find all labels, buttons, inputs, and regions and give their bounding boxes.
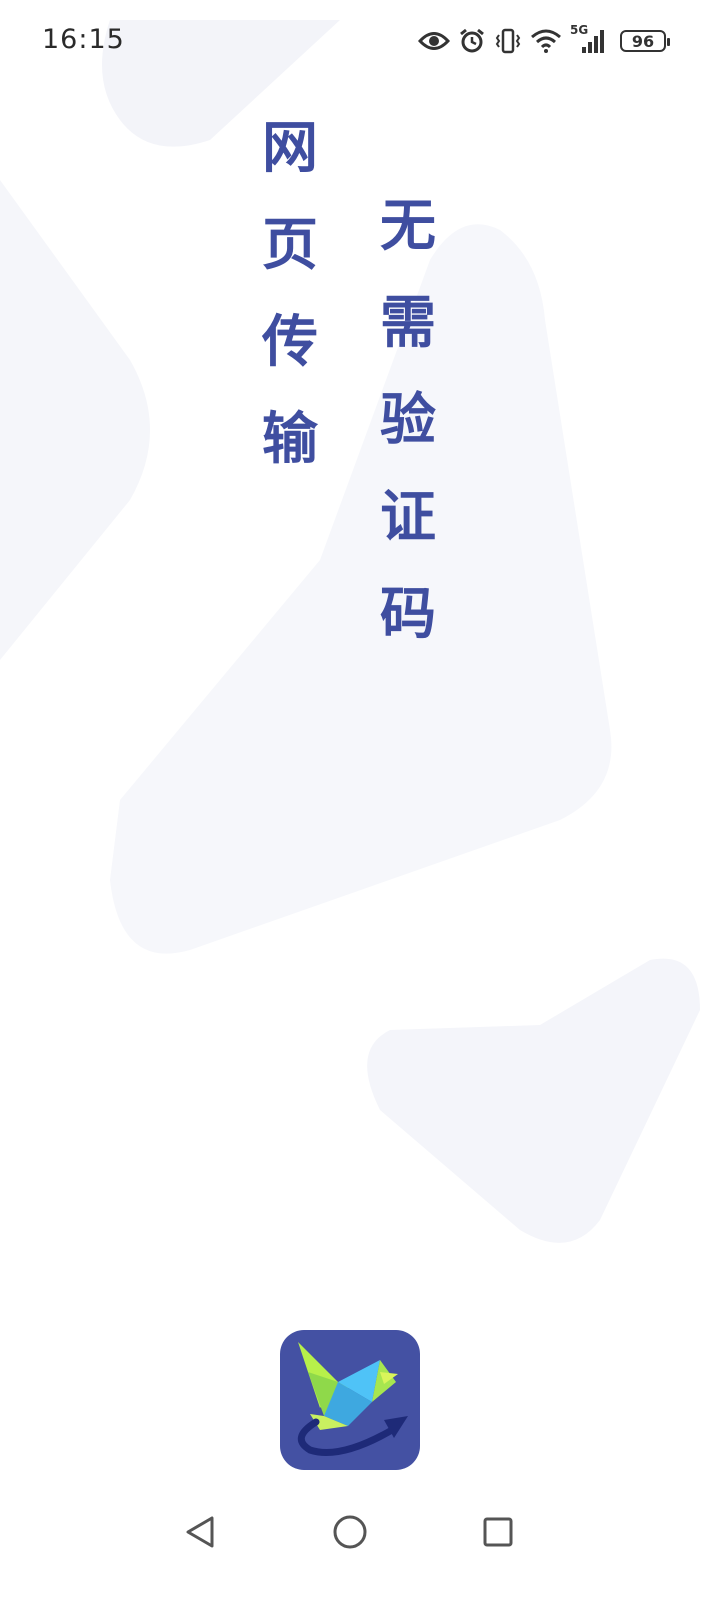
- slogan-web-transfer: 网 页 传 输: [262, 116, 318, 472]
- bg-shape-left: [0, 180, 150, 660]
- navigation-bar: [0, 1490, 720, 1570]
- slogan-no-verification-code: 无 需 验 证 码: [380, 194, 436, 647]
- back-icon: [186, 1516, 214, 1548]
- status-icons: 5G 96: [418, 23, 670, 58]
- cellular-signal-icon: 5G: [570, 23, 608, 55]
- recent-apps-button[interactable]: [476, 1510, 520, 1554]
- splash-screen: 16:15 5G 96 网 页 传 输 无 需 验 证 码: [0, 0, 720, 1610]
- home-icon: [333, 1515, 367, 1549]
- app-logo: [280, 1330, 420, 1470]
- bg-shape-bottom: [367, 958, 700, 1243]
- bg-shape-center: [110, 224, 612, 954]
- vibrate-icon: [495, 28, 521, 54]
- battery-icon: 96: [620, 30, 670, 52]
- wifi-icon: [531, 29, 561, 53]
- eye-icon: [418, 32, 450, 50]
- status-time: 16:15: [42, 24, 125, 55]
- alarm-icon: [460, 28, 484, 53]
- bird-logo-icon: [297, 1342, 408, 1456]
- recent-apps-icon: [483, 1517, 513, 1547]
- home-button[interactable]: [328, 1510, 372, 1554]
- battery-level: 96: [631, 31, 655, 51]
- status-bar: 16:15 5G 96: [0, 0, 720, 84]
- back-button[interactable]: [178, 1510, 222, 1554]
